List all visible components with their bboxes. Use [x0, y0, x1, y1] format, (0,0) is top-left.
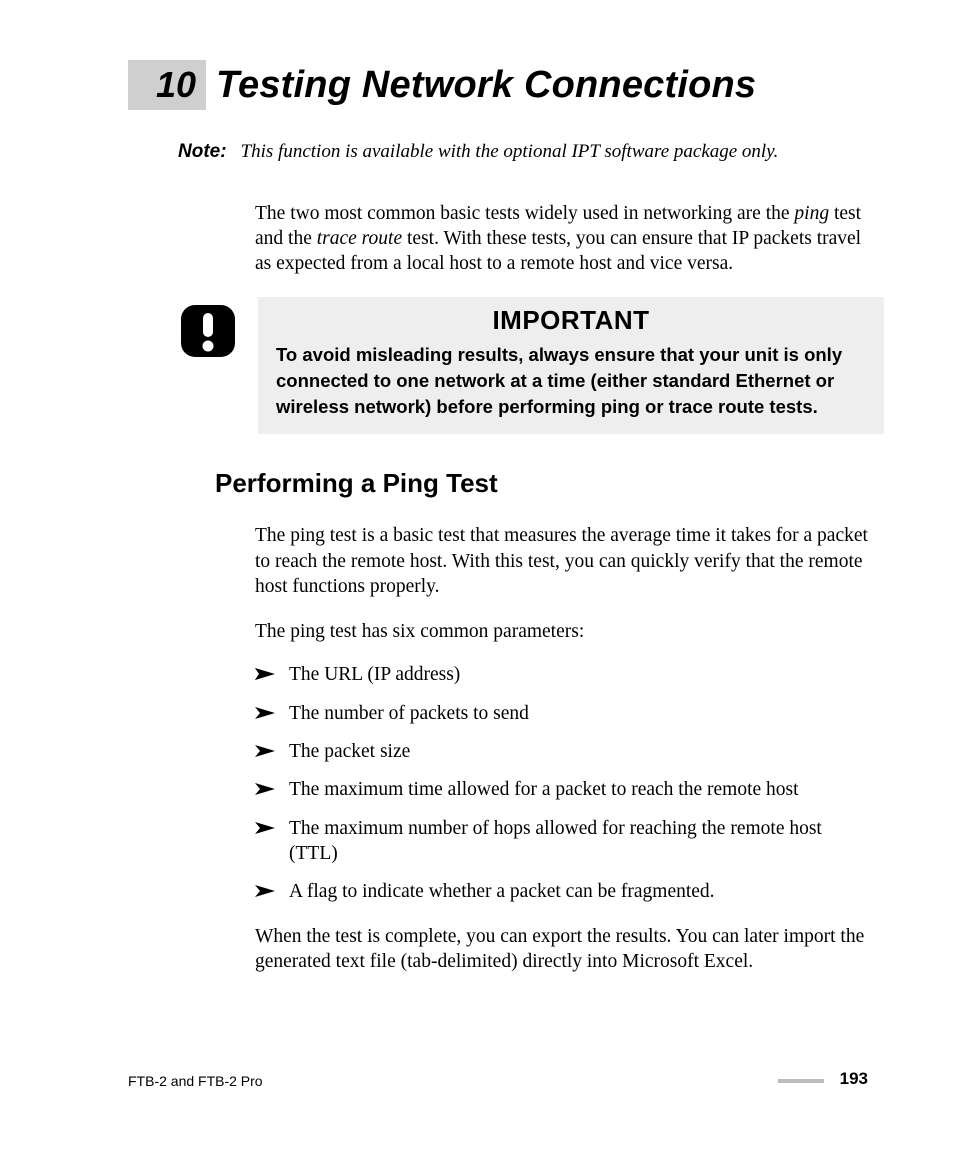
bullet-text: The packet size [289, 741, 410, 762]
callout-title: IMPORTANT [276, 305, 866, 336]
bullet-text: A flag to indicate whether a packet can … [289, 881, 715, 902]
page-footer: FTB-2 and FTB-2 Pro 193 [128, 1069, 868, 1089]
intro-em2: trace route [317, 228, 402, 249]
important-callout: IMPORTANT To avoid misleading results, a… [178, 297, 884, 435]
intro-paragraph: The two most common basic tests widely u… [255, 201, 874, 277]
arrow-bullet-icon [255, 885, 275, 897]
list-item: A flag to indicate whether a packet can … [255, 879, 874, 904]
footer-page-number: 193 [840, 1069, 868, 1089]
chapter-number: 10 [156, 67, 196, 103]
footer-rule [778, 1079, 824, 1083]
list-item: The maximum number of hops allowed for r… [255, 816, 874, 867]
section-p3: When the test is complete, you can expor… [255, 924, 874, 975]
list-item: The maximum time allowed for a packet to… [255, 777, 874, 802]
bullet-list: The URL (IP address) The number of packe… [255, 662, 874, 904]
callout-text: To avoid misleading results, always ensu… [276, 342, 866, 421]
footer-product: FTB-2 and FTB-2 Pro [128, 1073, 263, 1089]
intro-pre: The two most common basic tests widely u… [255, 203, 794, 224]
bullet-text: The number of packets to send [289, 703, 529, 724]
chapter-title: Testing Network Connections [216, 66, 756, 104]
page: 10 Testing Network Connections Note: This… [0, 0, 954, 1159]
intro-text: The two most common basic tests widely u… [255, 201, 874, 277]
chapter-header: 10 Testing Network Connections [128, 60, 884, 110]
section-p2: The ping test has six common parameters: [255, 619, 874, 644]
section-body: The ping test is a basic test that measu… [255, 523, 874, 974]
note-text: This function is available with the opti… [241, 141, 779, 162]
intro-em1: ping [794, 203, 829, 224]
exclamation-icon [178, 297, 258, 435]
callout-box: IMPORTANT To avoid misleading results, a… [258, 297, 884, 435]
arrow-bullet-icon [255, 745, 275, 757]
arrow-bullet-icon [255, 707, 275, 719]
bullet-text: The maximum number of hops allowed for r… [289, 818, 822, 864]
bullet-text: The maximum time allowed for a packet to… [289, 779, 799, 800]
list-item: The URL (IP address) [255, 662, 874, 687]
chapter-number-box: 10 [128, 60, 206, 110]
footer-right: 193 [778, 1069, 868, 1089]
list-item: The packet size [255, 739, 874, 764]
section-p1: The ping test is a basic test that measu… [255, 523, 874, 599]
section-heading: Performing a Ping Test [215, 468, 884, 499]
arrow-bullet-icon [255, 668, 275, 680]
arrow-bullet-icon [255, 822, 275, 834]
arrow-bullet-icon [255, 783, 275, 795]
note-label: Note: [178, 141, 227, 162]
list-item: The number of packets to send [255, 701, 874, 726]
note-row: Note: This function is available with the… [178, 138, 884, 167]
bullet-text: The URL (IP address) [289, 664, 460, 685]
